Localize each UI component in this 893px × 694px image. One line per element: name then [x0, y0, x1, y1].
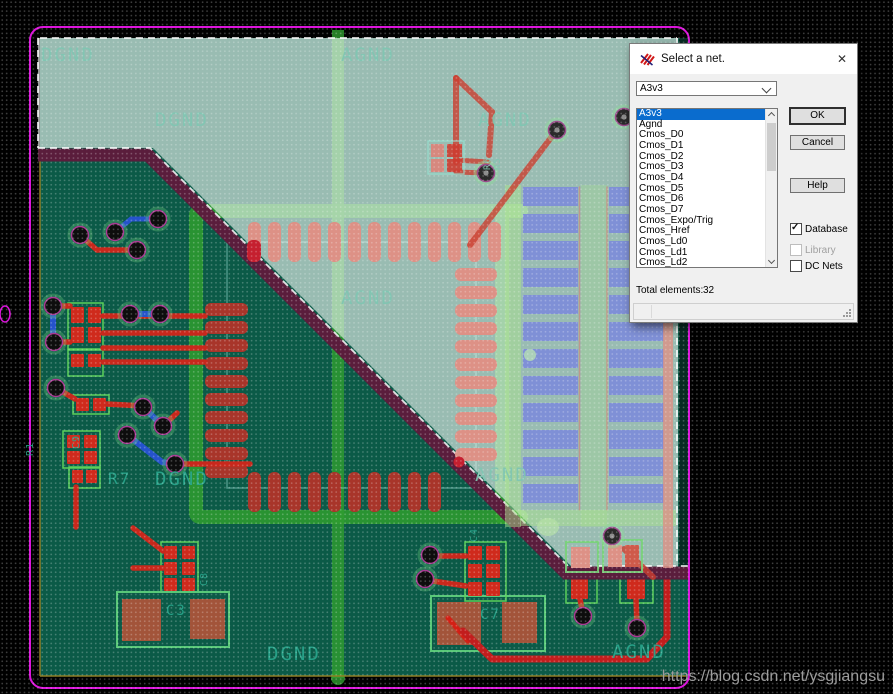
total-elements-value: 32 — [703, 285, 714, 296]
ok-button[interactable]: OK — [790, 108, 845, 124]
checkbox-label: Database — [805, 224, 848, 235]
net-combobox[interactable]: A3v3 — [636, 81, 777, 96]
net-list-item[interactable]: Cmos_D4 — [637, 173, 766, 184]
scrollbar-thumb[interactable] — [767, 123, 776, 171]
net-combobox-value: A3v3 — [640, 83, 663, 94]
net-list-item[interactable]: Cmos_Ld2 — [637, 258, 766, 268]
scroll-down-button[interactable] — [766, 256, 777, 267]
net-list-item[interactable]: Cmos_D7 — [637, 205, 766, 216]
listbox-scrollbar[interactable] — [765, 109, 777, 267]
app-icon — [639, 52, 655, 67]
total-elements-row: Total elements: 32 — [636, 285, 703, 296]
net-listbox[interactable]: A3v3AgndCmos_D0Cmos_D1Cmos_D2Cmos_D3Cmos… — [636, 108, 778, 268]
checkbox-box[interactable] — [790, 260, 802, 272]
pcb-editor-viewport[interactable]: DGNDDGNDAGNDAGNDAGNDAGNDDGNDR7DGNDAGNDC3… — [0, 0, 893, 694]
select-net-dialog: Select a net. ✕ A3v3 A3v3AgndCmos_D0Cmos… — [629, 43, 858, 323]
board-origin-marker — [0, 306, 10, 322]
resize-grip[interactable] — [841, 307, 851, 317]
watermark: https://blog.csdn.net/ysgjiangsu — [662, 668, 885, 686]
help-button[interactable]: Help — [790, 178, 845, 193]
dialog-title: Select a net. — [661, 53, 725, 65]
checkbox-label: Library — [805, 245, 836, 256]
checkbox-box[interactable] — [790, 223, 802, 235]
total-elements-label: Total elements: — [636, 285, 703, 296]
checkbox-label: DC Nets — [805, 261, 843, 272]
dialog-titlebar[interactable]: Select a net. ✕ — [630, 44, 857, 74]
net-list-item[interactable]: Cmos_Ld0 — [637, 237, 766, 248]
dialog-statusbar — [633, 303, 854, 320]
checkbox-box[interactable] — [790, 244, 802, 256]
cancel-button[interactable]: Cancel — [790, 135, 845, 150]
chevron-down-icon — [762, 84, 772, 94]
statusbar-divider — [651, 305, 652, 318]
scroll-up-button[interactable] — [766, 109, 777, 120]
close-icon[interactable]: ✕ — [834, 51, 850, 67]
